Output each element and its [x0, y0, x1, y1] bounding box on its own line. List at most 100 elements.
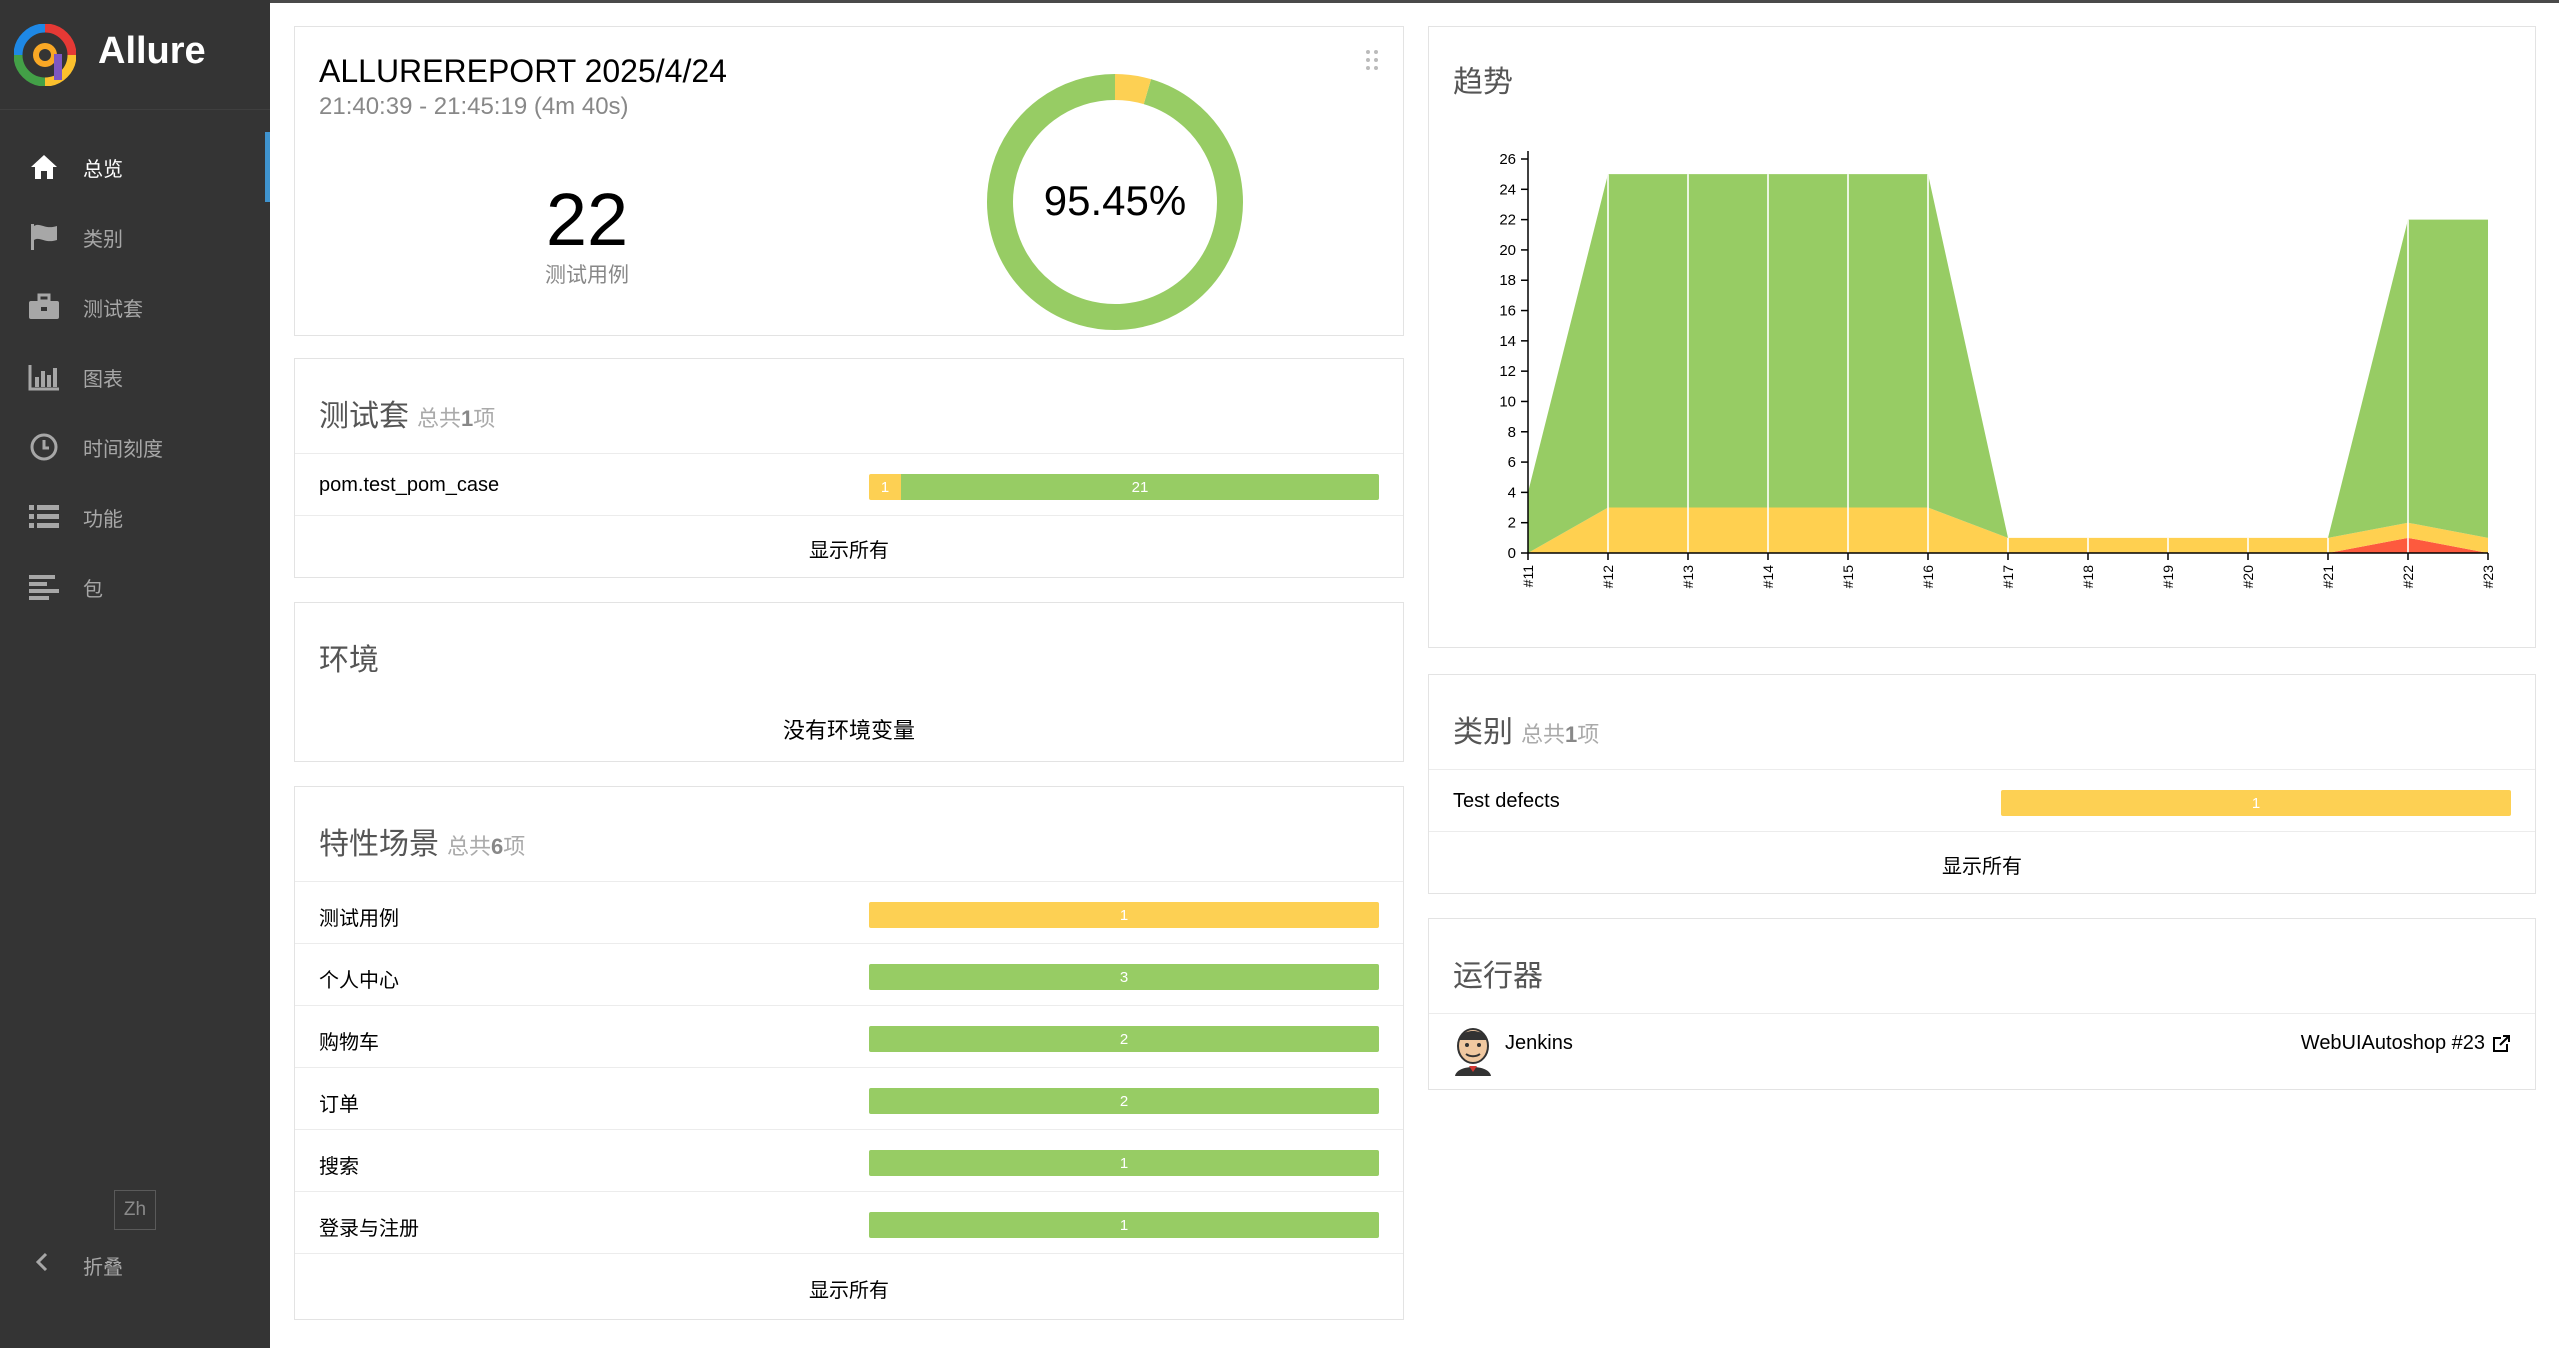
trend-x-tick-label: #11	[1520, 565, 1536, 588]
trend-x-tick-label: #18	[2080, 565, 2096, 589]
home-icon	[27, 150, 61, 184]
bar-chart-icon	[27, 360, 61, 394]
feature-name: 搜索	[319, 1156, 359, 1178]
drag-handle-icon[interactable]	[1365, 49, 1379, 71]
feature-status-bar[interactable]: 1	[869, 1212, 1379, 1238]
suites-title: 测试套	[319, 400, 409, 433]
trend-y-tick-label: 16	[1499, 303, 1516, 320]
trend-y-tick-label: 20	[1499, 242, 1516, 259]
categories-widget: 类别 总共1项 Test defects 1 显示所有	[1428, 674, 2536, 894]
count-value: 1	[461, 406, 474, 431]
clock-icon	[27, 430, 61, 464]
suite-status-bar[interactable]: 1 21	[869, 474, 1379, 500]
suite-name: pom.test_pom_case	[319, 474, 500, 496]
sidebar-item-label: 包	[83, 578, 103, 601]
sidebar-item-label: 时间刻度	[83, 438, 163, 461]
brand-name: Allure	[98, 30, 206, 72]
align-left-icon	[27, 570, 61, 604]
count-prefix: 总共	[447, 834, 492, 859]
trend-x-tick-label: #19	[2160, 565, 2176, 589]
feature-row[interactable]: 登录与注册 1	[295, 1191, 1403, 1253]
trend-y-tick-label: 0	[1508, 545, 1516, 562]
count-value: 1	[1565, 722, 1578, 747]
total-test-count: 22	[545, 178, 629, 261]
feature-name: 个人中心	[319, 970, 399, 992]
executor-name: Jenkins	[1505, 1032, 1573, 1054]
count-suffix: 项	[1577, 722, 1600, 747]
count-value: 6	[491, 834, 504, 859]
feature-row[interactable]: 购物车 2	[295, 1005, 1403, 1067]
category-name: Test defects	[1453, 790, 1560, 812]
feature-name: 购物车	[319, 1032, 379, 1054]
sidebar-item-packages[interactable]: 包	[0, 552, 270, 622]
collapse-sidebar-button[interactable]: 折叠	[0, 1240, 270, 1290]
executor-build-link[interactable]: WebUIAutoshop #23	[2301, 1032, 2511, 1055]
trend-x-tick-label: #22	[2400, 565, 2416, 589]
trend-y-tick-label: 2	[1508, 515, 1516, 532]
passed-segment: 2	[869, 1088, 1379, 1114]
show-all-row: 显示所有	[295, 1253, 1403, 1319]
feature-row[interactable]: 订单 2	[295, 1067, 1403, 1129]
executors-title: 运行器	[1453, 960, 1543, 993]
trend-x-tick-label: #16	[1920, 565, 1936, 589]
trend-y-tick-label: 18	[1499, 272, 1516, 289]
category-row[interactable]: Test defects 1	[1429, 769, 2535, 831]
external-link-icon	[2493, 1034, 2510, 1052]
passed-segment: 1	[869, 1212, 1379, 1238]
language-switch-button[interactable]: Zh	[114, 1190, 156, 1230]
executor-row[interactable]: Jenkins WebUIAutoshop #23	[1429, 1013, 2535, 1089]
count-suffix: 项	[503, 834, 526, 859]
environment-title: 环境	[319, 644, 379, 677]
feature-row[interactable]: 个人中心 3	[295, 943, 1403, 1005]
passed-segment: 2	[869, 1026, 1379, 1052]
broken-segment: 1	[869, 474, 901, 500]
sidebar-item-categories[interactable]: 类别	[0, 202, 270, 272]
trend-x-tick-label: #23	[2480, 565, 2496, 589]
sidebar-item-overview[interactable]: 总览	[0, 132, 270, 202]
trend-chart[interactable]: 02468101214161820222426#11 #12 #13 #14 #15 #1…	[1429, 117, 2535, 647]
trend-x-tick-label: #20	[2240, 565, 2256, 589]
feature-status-bar[interactable]: 1	[869, 1150, 1379, 1176]
sidebar-item-behaviors[interactable]: 功能	[0, 482, 270, 552]
sidebar-nav: 总览 类别 测试套 图表 时间刻度 功能 包	[0, 132, 270, 622]
environment-widget: 环境 没有环境变量	[294, 602, 1404, 762]
jenkins-avatar-icon	[1455, 1028, 1491, 1076]
trend-x-tick-label: #21	[2320, 565, 2336, 589]
suites-count: 总共1项	[417, 406, 495, 431]
features-title: 特性场景	[319, 828, 439, 861]
feature-status-bar[interactable]: 3	[869, 964, 1379, 990]
trend-y-tick-label: 8	[1508, 424, 1516, 441]
trend-x-tick-label: #13	[1680, 565, 1696, 589]
feature-row[interactable]: 测试用例 1	[295, 881, 1403, 943]
sidebar-item-suites[interactable]: 测试套	[0, 272, 270, 342]
report-time-range: 21:40:39 - 21:45:19 (4m 40s)	[319, 93, 629, 120]
suite-row[interactable]: pom.test_pom_case 1 21	[295, 453, 1403, 515]
sidebar-item-label: 总览	[83, 158, 123, 181]
feature-name: 订单	[319, 1094, 359, 1116]
list-icon	[27, 500, 61, 534]
broken-segment: 1	[869, 902, 1379, 928]
feature-status-bar[interactable]: 1	[869, 902, 1379, 928]
feature-name: 登录与注册	[319, 1218, 419, 1240]
count-prefix: 总共	[417, 406, 462, 431]
sidebar-item-graphs[interactable]: 图表	[0, 342, 270, 412]
suites-show-all-link[interactable]: 显示所有	[295, 534, 1403, 563]
category-status-bar[interactable]: 1	[2001, 790, 2511, 816]
report-title: ALLUREREPORT 2025/4/24	[319, 53, 727, 89]
sidebar-item-timeline[interactable]: 时间刻度	[0, 412, 270, 482]
brand[interactable]: Allure	[0, 0, 270, 110]
total-test-label: 测试用例	[545, 264, 629, 287]
trend-title: 趋势	[1453, 66, 1513, 99]
feature-status-bar[interactable]: 2	[869, 1088, 1379, 1114]
sidebar-item-label: 功能	[83, 508, 123, 531]
environment-empty-text: 没有环境变量	[782, 718, 915, 743]
count-prefix: 总共	[1521, 722, 1566, 747]
feature-status-bar[interactable]: 2	[869, 1026, 1379, 1052]
feature-row[interactable]: 搜索 1	[295, 1129, 1403, 1191]
features-show-all-link[interactable]: 显示所有	[295, 1274, 1403, 1303]
categories-title: 类别	[1453, 716, 1513, 749]
widget-title: 类别 总共1项	[1453, 707, 1599, 751]
categories-show-all-link[interactable]: 显示所有	[1429, 850, 2535, 879]
widget-title: 特性场景 总共6项	[319, 819, 525, 863]
count-suffix: 项	[473, 406, 496, 431]
